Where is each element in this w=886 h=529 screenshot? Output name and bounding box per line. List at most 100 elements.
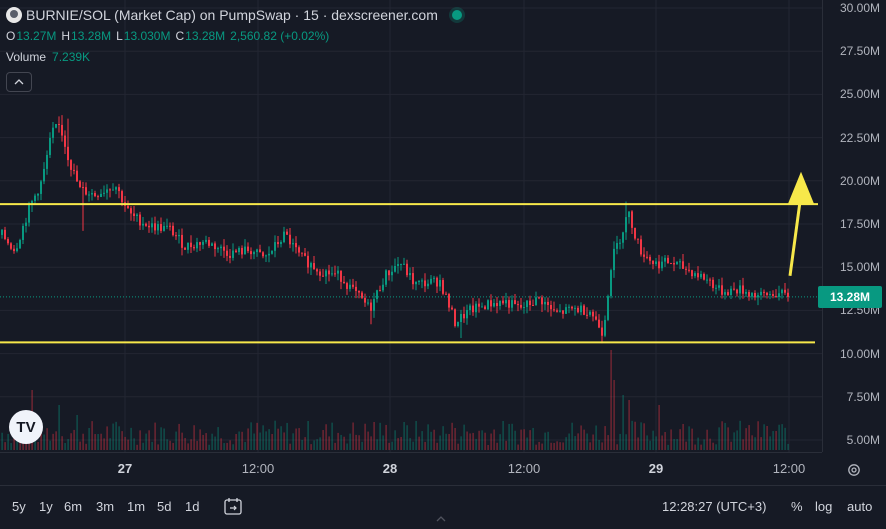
range-1m-button[interactable]: 1m [127,499,145,514]
candle-body [589,311,591,315]
candle-body [670,263,672,265]
volume-bar [280,426,282,450]
log-scale-button[interactable]: log [815,499,832,514]
candle-body [784,289,786,293]
candle-body [688,269,690,271]
candle-body [409,273,411,276]
volume-bar [586,433,588,450]
range-5y-button[interactable]: 5y [12,499,26,514]
candle-body [769,294,771,296]
volume-bar [694,444,696,450]
candle-body [619,242,621,244]
candle-body [328,270,330,275]
volume-bar [262,425,264,450]
volume-bar [253,433,255,450]
candle-body [163,226,165,231]
candle-body [130,208,132,214]
candle-body [76,170,78,182]
volume-bar [274,420,276,450]
volume-bar [778,424,780,450]
range-3m-button[interactable]: 3m [96,499,114,514]
candle-body [550,304,552,310]
candle-body [244,246,246,255]
volume-bar [355,434,357,450]
candle-body [538,297,540,299]
candle-body [376,290,378,300]
volume-bar [559,442,561,450]
candle-body [184,247,186,250]
candle-body [667,257,669,264]
volume-bar [520,429,522,450]
date-range-button[interactable] [222,495,244,520]
volume-bar [697,437,699,450]
range-5d-button[interactable]: 5d [157,499,171,514]
candle-body [373,299,375,311]
candle-body [712,279,714,288]
clock-display[interactable]: 12:28:27 (UTC+3) [662,499,766,514]
candle-body [382,284,384,291]
candle-body [724,292,726,295]
candle-body [640,239,642,255]
range-1y-button[interactable]: 1y [39,499,53,514]
volume-bar [730,441,732,450]
market-status-icon [451,10,462,20]
volume-bar [466,431,468,450]
volume-bar [334,442,336,450]
range-6m-button[interactable]: 6m [64,499,82,514]
candle-body [283,231,285,243]
volume-bar [238,431,240,450]
volume-bar [664,432,666,450]
candle-body [250,251,252,255]
volume-bar [193,425,195,450]
volume-bar [103,438,105,450]
candle-body [748,292,750,297]
volume-bar [85,443,87,450]
range-1d-button[interactable]: 1d [185,499,199,514]
volume-bar [757,421,759,450]
volume-bar [163,428,165,450]
volume-bar [391,441,393,450]
scroll-panel-handle[interactable] [436,514,446,526]
candle-body [490,300,492,307]
volume-bar [10,443,12,450]
chart-settings-button[interactable] [840,458,868,482]
price-scale[interactable]: 30.00M 27.50M 25.00M 22.50M 20.00M 17.50M 15.0… [822,0,886,452]
symbol-title: BURNIE/SOL (Market Cap) on PumpSwap · 15… [26,7,438,23]
candle-body [358,290,360,293]
collapse-legend-button[interactable] [6,72,32,92]
candle-body [88,194,90,196]
volume-bar [727,427,729,450]
volume-bar [313,440,315,450]
volume-bar [145,433,147,450]
candle-body [583,305,585,315]
volume-bar [352,422,354,450]
auto-scale-button[interactable]: auto [847,499,872,514]
volume-bar [421,431,423,450]
volume-bar [157,444,159,450]
volume-bar [70,433,72,450]
time-tick: 12:00 [772,461,806,476]
candle-body [232,250,234,258]
tradingview-logo[interactable]: TV [9,410,43,444]
volume-bar [322,430,324,450]
volume-bar [643,423,645,450]
candle-body [766,292,768,296]
candle-body [505,300,507,304]
volume-bar [736,430,738,450]
candle-body [475,303,477,313]
volume-bar [88,427,90,450]
time-axis[interactable]: 27 12:00 28 12:00 29 12:00 [0,452,822,485]
high-key: H [61,29,71,43]
volume-bar [358,435,360,450]
volume-bar [235,434,237,450]
candle-body [451,307,453,310]
candle-body [214,243,216,250]
volume-bar [346,443,348,450]
percent-scale-button[interactable]: % [791,499,803,514]
candle-body [400,263,402,265]
candle-body [169,225,171,227]
candle-body [622,232,624,243]
volume-bar [604,426,606,450]
volume-bar [337,432,339,450]
volume-bar [571,422,573,450]
